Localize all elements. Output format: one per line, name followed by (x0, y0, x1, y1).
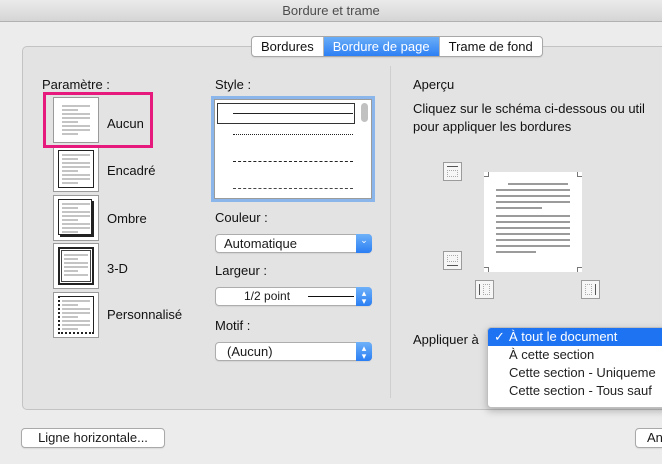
tab-trame-de-fond[interactable]: Trame de fond (440, 37, 542, 56)
line-width-icon (308, 296, 354, 297)
style-label: Style : (215, 77, 252, 92)
tab-bordures[interactable]: Bordures (252, 37, 324, 56)
motif-select[interactable]: (Aucun) ▴ ▾ (215, 342, 372, 361)
setting-ombre-icon[interactable] (53, 195, 99, 241)
chevron-down-icon: ⌄ (356, 234, 372, 253)
updown-arrows-icon: ▴ ▾ (356, 287, 372, 306)
menu-item-tout-le-document[interactable]: ✓ À tout le document (488, 328, 662, 346)
setting-ombre-label[interactable]: Ombre (107, 211, 147, 226)
setting-3d-label[interactable]: 3-D (107, 261, 128, 276)
couleur-label: Couleur : (215, 210, 268, 225)
checkmark-icon: ✓ (494, 329, 505, 344)
motif-label: Motif : (215, 318, 251, 333)
border-left-icon[interactable] (475, 280, 494, 299)
ligne-horizontale-button[interactable]: Ligne horizontale... (21, 428, 165, 448)
largeur-select[interactable]: 1/2 point ▴ ▾ (215, 287, 372, 306)
style-dashed-line[interactable] (233, 161, 353, 162)
tab-bordure-de-page[interactable]: Bordure de page (323, 37, 440, 56)
appliquer-dropdown-menu[interactable]: ✓ À tout le document À cette section Cet… (487, 327, 662, 408)
appliquer-label: Appliquer à (413, 332, 479, 347)
apercu-hint-line1: Cliquez sur le schéma ci-dessous ou util (413, 101, 645, 116)
setting-3d-icon[interactable] (53, 243, 99, 289)
preview-page[interactable] (484, 172, 582, 272)
menu-item-cette-section-tous-sauf[interactable]: Cette section - Tous sauf (488, 382, 662, 400)
couleur-value: Automatique (224, 236, 297, 251)
style-list[interactable] (214, 99, 372, 199)
setting-encadre-icon[interactable] (53, 146, 99, 192)
column-divider (390, 66, 391, 398)
selection-highlight (43, 92, 153, 148)
setting-personnalise-label[interactable]: Personnalisé (107, 307, 182, 322)
window-title: Bordure et trame (0, 0, 662, 22)
border-bottom-icon[interactable] (443, 251, 462, 270)
tab-bar: Bordures Bordure de page Trame de fond (251, 36, 543, 57)
largeur-label: Largeur : (215, 263, 268, 278)
style-long-dash-line[interactable] (233, 188, 353, 189)
updown-arrows-icon: ▴ ▾ (356, 342, 372, 361)
apercu-hint-line2: pour appliquer les bordures (413, 119, 572, 134)
apercu-label: Aperçu (413, 77, 455, 92)
border-right-icon[interactable] (581, 280, 600, 299)
motif-value: (Aucun) (227, 344, 273, 359)
parametre-label: Paramètre : (42, 77, 110, 92)
setting-personnalise-icon[interactable] (53, 292, 99, 338)
menu-item-cette-section-uniquement[interactable]: Cette section - Uniqueme (488, 364, 662, 382)
largeur-value: 1/2 point (244, 289, 291, 303)
style-scrollbar[interactable] (361, 103, 368, 122)
menu-item-cette-section[interactable]: À cette section (488, 346, 662, 364)
setting-encadre-label[interactable]: Encadré (107, 163, 155, 178)
cancel-button[interactable]: An (635, 428, 662, 448)
style-solid-line[interactable] (233, 113, 353, 114)
couleur-select[interactable]: Automatique ⌄ (215, 234, 372, 253)
style-dotted-line[interactable] (233, 134, 353, 135)
border-top-icon[interactable] (443, 162, 462, 181)
